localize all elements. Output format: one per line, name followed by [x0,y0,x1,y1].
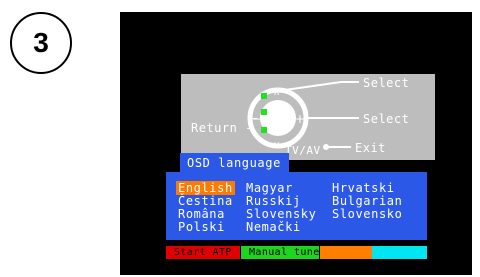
language-option-english[interactable]: English [176,181,235,195]
red-function-button[interactable]: Start ATP [166,246,240,259]
green-indicator-icon [261,127,267,133]
language-option-polski[interactable]: Polski [178,221,225,233]
language-option-bulgarian[interactable]: Bulgarian [332,195,402,207]
language-option-russkij[interactable]: Russkij [246,195,301,207]
language-option-cestina[interactable]: Čestina [178,195,233,207]
language-option-slovensky[interactable]: Slovensky [246,208,316,220]
exit-button-icon[interactable] [323,144,329,150]
plus-icon[interactable]: + [295,112,305,126]
select-up-callout [284,81,359,91]
language-option-magyar[interactable]: Magyar [246,182,293,194]
tvav-label: TV/AV [285,144,321,157]
select-right-label: Select [363,112,410,126]
language-option-nemacki[interactable]: Nemački [246,221,301,233]
osd-language-title: OSD language [180,153,289,173]
green-indicator-icon [261,109,267,115]
step-number-badge: 3 [10,12,72,74]
blue-function-button[interactable] [372,246,427,259]
green-indicator-icon [261,93,267,99]
language-option-slovensko[interactable]: Slovensko [332,208,402,220]
select-up-label: Select [363,76,410,90]
language-option-hrvatski[interactable]: Hrvatski [332,182,395,194]
arrow-up-icon[interactable]: ∧ [273,87,280,98]
arrow-down-icon[interactable]: ∨ [273,140,280,151]
language-option-romana[interactable]: Româna [178,208,225,220]
tv-screen: ∧ ∨ − + Return - Select Select Exit TV/A… [120,12,472,275]
exit-label: Exit [355,141,386,155]
green-function-button[interactable]: Manual tune [241,246,319,259]
remote-control-panel: ∧ ∨ − + Return - Select Select Exit TV/A… [181,74,435,160]
return-label: Return - [191,121,253,135]
yellow-function-button[interactable] [320,246,372,259]
step-number: 3 [33,27,49,58]
language-list-panel: English Čestina Româna Polski Magyar Rus… [166,172,427,240]
